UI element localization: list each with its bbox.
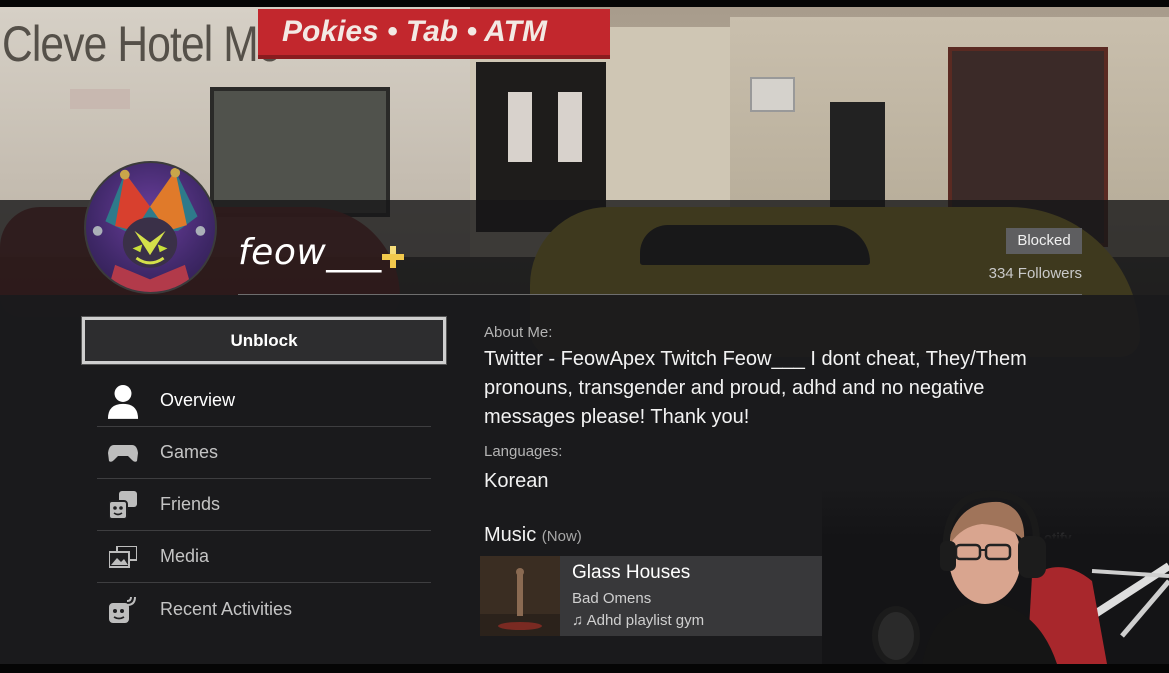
status-badge: Blocked [1006,228,1082,254]
top-letterbox [0,0,1169,7]
streamer-webcam [822,486,1169,664]
menu-item-overview[interactable]: Overview [97,375,431,427]
music-title: Music [484,524,537,546]
menu-item-friends[interactable]: Friends [97,479,431,531]
about-me-label: About Me: [484,324,553,341]
menu-item-label: Games [160,442,219,462]
media-icon [107,541,139,573]
music-now-label: (Now) [541,528,582,545]
track-name: Glass Houses [572,562,691,583]
music-heading: Music (Now) [484,524,582,547]
jester-avatar-icon [92,167,206,292]
avatar [84,161,217,294]
streamer-figure [872,490,1169,664]
unblock-button[interactable]: Unblock [81,316,447,365]
person-icon [107,384,139,419]
username: feow___ [238,232,382,273]
header-divider [238,294,1082,295]
profile-menu: Overview Games Friends Media Recent Acti… [97,375,431,635]
languages-label: Languages: [484,443,563,460]
cover-sign: Pokies • Tab • ATM [258,9,610,59]
menu-item-label: Media [160,546,210,566]
bottom-letterbox [0,664,1169,673]
menu-item-media[interactable]: Media [97,531,431,583]
music-note-icon: ♫ [572,612,584,629]
menu-item-label: Overview [160,390,236,410]
menu-item-recent-activities[interactable]: Recent Activities [97,583,431,635]
track-artist: Bad Omens [572,590,652,607]
followers-count[interactable]: 334 Followers [989,265,1082,282]
about-me-text: Twitter - FeowApex Twitch Feow___ I dont… [484,348,1027,428]
friends-icon [107,489,139,521]
menu-item-games[interactable]: Games [97,427,431,479]
languages-value: Korean [484,470,549,492]
playstation-plus-icon [382,246,404,268]
gamepad-icon [107,437,139,469]
menu-item-label: Friends [160,494,221,514]
cover-hotel-text: Cleve Hotel Mo [2,16,281,72]
activity-icon [107,593,139,625]
album-art [480,556,560,636]
menu-item-label: Recent Activities [160,598,293,619]
track-playlist: ♫ Adhd playlist gym [572,612,705,629]
